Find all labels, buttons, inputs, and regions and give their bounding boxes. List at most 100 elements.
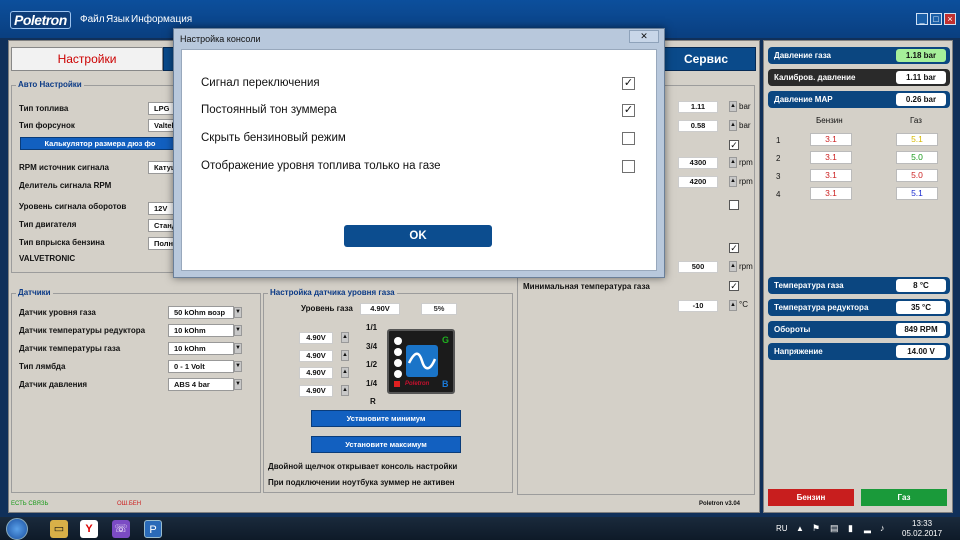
tab-settings[interactable]: Настройки [11, 47, 163, 71]
fraction-label: 1/4 [366, 379, 378, 388]
gas-temp-label: Температура газа [774, 281, 844, 290]
param-6-value[interactable]: -10 [678, 300, 718, 312]
petrol-button[interactable]: Бензин [768, 489, 854, 506]
chevron-down-icon[interactable]: ▼ [234, 343, 242, 354]
param-5-value[interactable]: 500 [678, 261, 718, 273]
map-pressure-bar: Давление MAP 0.26 bar [768, 91, 950, 108]
gas-button[interactable]: Газ [861, 489, 947, 506]
chevron-down-icon[interactable]: ▼ [234, 325, 242, 336]
injector-label: Тип форсунок [19, 121, 75, 130]
level-volt-4[interactable]: 4.90V [299, 385, 333, 397]
param-1-value[interactable]: 1.11 [678, 101, 718, 113]
param-5-spinner[interactable]: ▲ [729, 261, 737, 272]
param-2-spinner[interactable]: ▲ [729, 120, 737, 131]
param-3-spinner[interactable]: ▲ [729, 157, 737, 168]
status-version: Poletron v3.04 [699, 501, 741, 507]
ok-button[interactable]: OK [344, 225, 492, 247]
clock-date[interactable]: 05.02.2017 [902, 529, 942, 538]
param-6-spinner[interactable]: ▲ [729, 300, 737, 311]
gas-level-value: 4.90V [360, 303, 400, 315]
level-volt-1[interactable]: 4.90V [299, 332, 333, 344]
viber-icon[interactable]: ☏ [112, 520, 130, 538]
sensors-title: Датчики [16, 288, 53, 297]
explorer-icon[interactable]: ▭ [50, 520, 68, 538]
fraction-label: 1/1 [366, 323, 378, 332]
clock-time[interactable]: 13:33 [912, 519, 932, 528]
set-minimum-button[interactable]: Установите минимум [311, 410, 461, 427]
calib-pressure-bar: Калибров. давление 1.11 bar [768, 69, 950, 86]
param-3-unit: rpm [739, 158, 753, 167]
set-maximum-button[interactable]: Установите максимум [311, 436, 461, 453]
param-check-3[interactable]: ✓ [729, 243, 739, 253]
tab-service[interactable]: Сервис [656, 47, 756, 71]
network-icon[interactable]: ▤ [830, 523, 839, 534]
signal-icon[interactable]: ▂ [864, 523, 871, 534]
sensor-select[interactable]: ABS 4 bar [168, 378, 234, 391]
param-2-value[interactable]: 0.58 [678, 120, 718, 132]
gas-cell: 5.1 [896, 187, 938, 200]
param-4-unit: rpm [739, 177, 753, 186]
gas-level-label: Уровень газа [301, 304, 353, 313]
level-volt-spinner[interactable]: ▲ [341, 350, 349, 361]
sensor-select[interactable]: 0 - 1 Volt [168, 360, 234, 373]
gas-temp-value: 8 °C [896, 279, 946, 292]
level-volt-spinner[interactable]: ▲ [341, 367, 349, 378]
param-1-spinner[interactable]: ▲ [729, 101, 737, 112]
menu-info[interactable]: Информация [131, 14, 192, 25]
sensor-label: Датчик давления [19, 380, 88, 389]
option-hide-petrol-checkbox[interactable] [622, 132, 635, 145]
rpm-bar: Обороты 849 RPM [768, 321, 950, 338]
level-volt-spinner[interactable]: ▲ [341, 332, 349, 343]
battery-icon[interactable]: ▮ [848, 523, 853, 534]
status-error: ОШ.БЕН [117, 501, 142, 507]
param-check-4[interactable]: ✓ [729, 281, 739, 291]
sensor-label: Датчик уровня газа [19, 308, 96, 317]
maximize-icon[interactable]: □ [930, 13, 942, 25]
param-check-1[interactable]: ✓ [729, 140, 739, 150]
volume-icon[interactable]: ♪ [880, 523, 885, 533]
level-sensor-group: Настройка датчика уровня газа Уровень га… [263, 288, 513, 493]
poletron-taskbar-icon[interactable]: P [144, 520, 162, 538]
param-4-spinner[interactable]: ▲ [729, 176, 737, 187]
chevron-down-icon[interactable]: ▼ [234, 361, 242, 372]
sensor-select[interactable]: 10 kOhm [168, 324, 234, 337]
calib-pressure-value: 1.11 bar [896, 71, 946, 84]
param-3-value[interactable]: 4300 [678, 157, 718, 169]
chevron-down-icon[interactable]: ▼ [234, 379, 242, 390]
start-button-icon[interactable] [6, 518, 28, 540]
nozzle-calculator-button[interactable]: Калькулятор размера дюз фо [20, 137, 180, 150]
cyl-num: 2 [776, 154, 781, 163]
dialog-close-icon[interactable]: ✕ [629, 30, 659, 43]
close-icon[interactable]: × [944, 13, 956, 25]
browser-icon[interactable]: Y [80, 520, 98, 538]
option-fuel-level-gas-checkbox[interactable] [622, 160, 635, 173]
status-connection: ЕСТЬ СВЯЗЬ [11, 501, 49, 507]
language-indicator[interactable]: RU [776, 524, 788, 533]
fuel-type-label: Тип топлива [19, 104, 69, 113]
calib-pressure-label: Калибров. давление [774, 73, 856, 82]
sensor-label: Тип лямбда [19, 362, 66, 371]
led-red-icon [394, 381, 400, 387]
fraction-label: 3/4 [366, 342, 378, 351]
param-6-unit: °C [739, 300, 748, 309]
option-buzzer-checkbox[interactable]: ✓ [622, 104, 635, 117]
param-4-value[interactable]: 4200 [678, 176, 718, 188]
gas-level-percent: 5% [421, 303, 457, 315]
reducer-temp-bar: Температура редуктора 35 °C [768, 299, 950, 316]
chevron-down-icon[interactable]: ▼ [234, 307, 242, 318]
sensor-select[interactable]: 10 kOhm [168, 342, 234, 355]
hint-double-click: Двойной щелчок открывает консоль настрой… [268, 462, 458, 471]
sensor-select[interactable]: 50 kOhm возр [168, 306, 234, 319]
map-value: 0.26 bar [896, 93, 946, 106]
level-volt-2[interactable]: 4.90V [299, 350, 333, 362]
hint-laptop: При подключении ноутбука зуммер не актив… [268, 478, 455, 487]
param-check-2[interactable] [729, 200, 739, 210]
menu-language[interactable]: Язык [106, 14, 129, 25]
flag-icon[interactable]: ⚑ [812, 523, 820, 534]
level-volt-spinner[interactable]: ▲ [341, 385, 349, 396]
tray-expand-icon[interactable]: ▲ [796, 524, 804, 533]
level-volt-3[interactable]: 4.90V [299, 367, 333, 379]
menu-file[interactable]: Файл [80, 14, 105, 25]
minimize-icon[interactable]: _ [916, 13, 928, 25]
option-switch-signal-checkbox[interactable]: ✓ [622, 77, 635, 90]
